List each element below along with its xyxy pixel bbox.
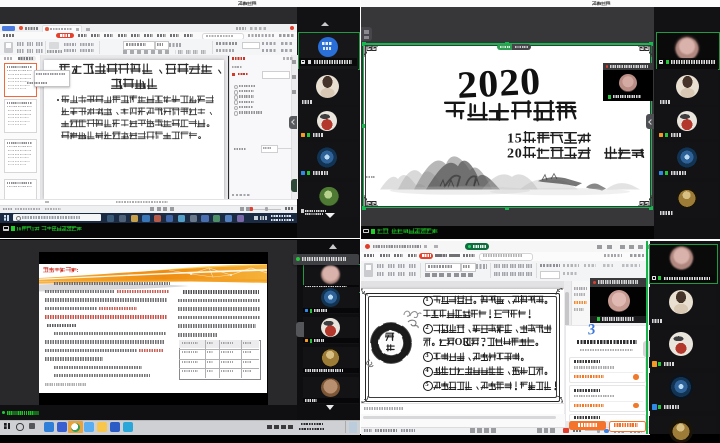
svg-text:2: 2 <box>507 146 514 161</box>
svg-text:1: 1 <box>32 226 35 232</box>
svg-text:5: 5 <box>515 131 522 146</box>
svg-text::: : <box>76 268 78 274</box>
svg-text:OR: OR <box>455 337 471 348</box>
svg-text:0: 0 <box>515 146 522 161</box>
svg-text:1: 1 <box>507 131 514 146</box>
svg-text:16: 16 <box>16 226 22 232</box>
